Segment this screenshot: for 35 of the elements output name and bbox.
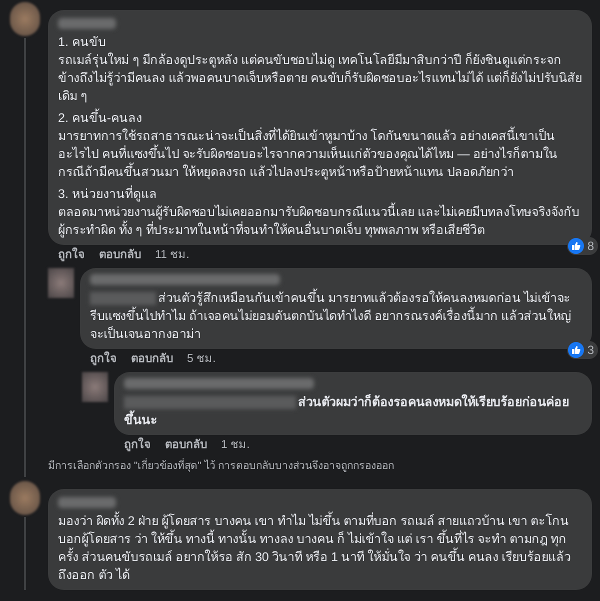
blurred-name[interactable]: [58, 18, 116, 29]
section-heading: 2. คนขึ้น-คนลง: [58, 109, 582, 127]
section-heading: 1. คนขับ: [58, 34, 107, 51]
timestamp[interactable]: 11 ชม.: [155, 248, 190, 263]
timestamp[interactable]: 5 ชม.: [187, 352, 216, 367]
reply-link[interactable]: ตอบกลับ: [99, 248, 141, 263]
blurred-name[interactable]: [58, 496, 116, 508]
avatar[interactable]: [48, 268, 74, 298]
avatar[interactable]: [10, 2, 40, 36]
comment-text: มารยาทการใช้รถสาธารณะน่าจะเป็นสิ่งที่ได้ยินเข้าหูมาบ้าง โดกันขนาดแล้ว อย่างเคสนี้เขาเป็นอะไรไป คนที่แซงขึ้นไป จะรับผิดชอบอะไรจากความเห็นแก่ตัวของคุณได้ไหม — อย่างไรก็ตามในกรณีถ้ามีคนขึ้นสวนมา ให้หยุดลงรถ แล้วไปลงประตูหน้าหรือป้ายหน้าแทน ปลอดภัยกว่า: [58, 127, 582, 181]
like-link[interactable]: ถูกใจ: [58, 248, 85, 263]
thumbs-up-icon: [568, 342, 584, 358]
filter-note: มีการเลือกตัวกรอง "เกี่ยวข้องที่สุด" ไว้ การตอบกลับบางส่วนจึงอาจถูกกรองออก: [48, 459, 396, 474]
reaction-count: 8: [587, 238, 594, 255]
avatar[interactable]: [10, 480, 40, 515]
reaction-badge[interactable]: 8: [567, 237, 598, 255]
blurred-name[interactable]: [124, 378, 314, 389]
avatar[interactable]: [82, 372, 108, 402]
blurred-name[interactable]: [90, 274, 280, 285]
reaction-badge[interactable]: 3: [567, 341, 598, 359]
blurred-mention[interactable]: [124, 396, 296, 410]
timestamp[interactable]: 1 ชม.: [221, 438, 250, 453]
like-link[interactable]: ถูกใจ: [90, 352, 117, 367]
reaction-count: 3: [587, 342, 594, 359]
thumbs-up-icon: [568, 238, 584, 254]
comment-text: รถเมล์รุ่นใหม่ ๆ มีกล้องดูประตูหลัง แต่คนขับชอบไม่ดู เทคโนโลยีมีมาสิบกว่าปี ก็ยังชินดูแต่กระจกข้างถึงไม่รู้ว่ามีคนลง แล้วพอคนบาดเจ็บหรือตาย คนขับก็รับผิดชอบอะไรแทนไม่ได้ แต่ก็ยังไม่ปรับนิสัยเดิม ๆ: [58, 51, 582, 105]
section-heading: 3. หน่วยงานที่ดูแล: [58, 185, 158, 202]
reply-link[interactable]: ตอบกลับ: [165, 438, 207, 453]
reply-text: ส่วนตัวผมว่าก็ต้องรอคนลงหมดให้เรียบร้อยก่อนค่อยขึ้นนะ: [124, 393, 570, 429]
blurred-mention[interactable]: [90, 292, 156, 306]
reply-link[interactable]: ตอบกลับ: [131, 352, 173, 367]
like-link[interactable]: ถูกใจ: [124, 438, 151, 453]
comment-text: ตลอดมาหน่วยงานผู้รับผิดชอบไม่เคยออกมารับผิดชอบกรณีแนวนี้เลย และไม่เคยมีบทลงโทษจริงจังกับผู้กระทำผิด ทั้ง ๆ ที่ประมาทในหน้าที่จนทำให้คนอื่นบาดเจ็บ ทุพพลภาพ หรือเสียชีวิต: [58, 203, 582, 239]
reply-text: ส่วนตัวรู้สึกเหมือนกันเข้าคนขึ้น มารยาทแล้วต้องรอให้คนลงหมดก่อน ไม่เข้าจะรีบแซงขึ้นไปทำไม ถ้าเจอคนไม่ยอมดันตกบันไดทำไงดี อยากรณรงค์เรื่องนี้มาก แล้วส่วนใหญ่จะเป็นเจนอากงอาม่า: [90, 289, 582, 343]
comment-text: มองว่า ผิดทั้ง 2 ฝ่าย ผู้โดยสาร บางคน เขา ทำไม ไม่ขึ้น ตามที่บอก รถเมล์ สายแถวบ้าน เขา ตะโกนบอกผู้โดยสาร ว่า ให้ขึ้น ทางนี้ ทางนั้น ทางลง บางคน ก็ ไม่เข้าใจ แต่ เรา ขึ้นที่ไร จะทำ ตามกฎ ทุกครั้ง ส่วนคนขับรถเมล์ อยากให้รอ สัก 30 วินาที หรือ 1 นาที ให้มั่นใจ ว่า คนขึ้น คนลง เรียบร้อยแล้ว ถึงออก ตัว ได้: [58, 512, 572, 584]
